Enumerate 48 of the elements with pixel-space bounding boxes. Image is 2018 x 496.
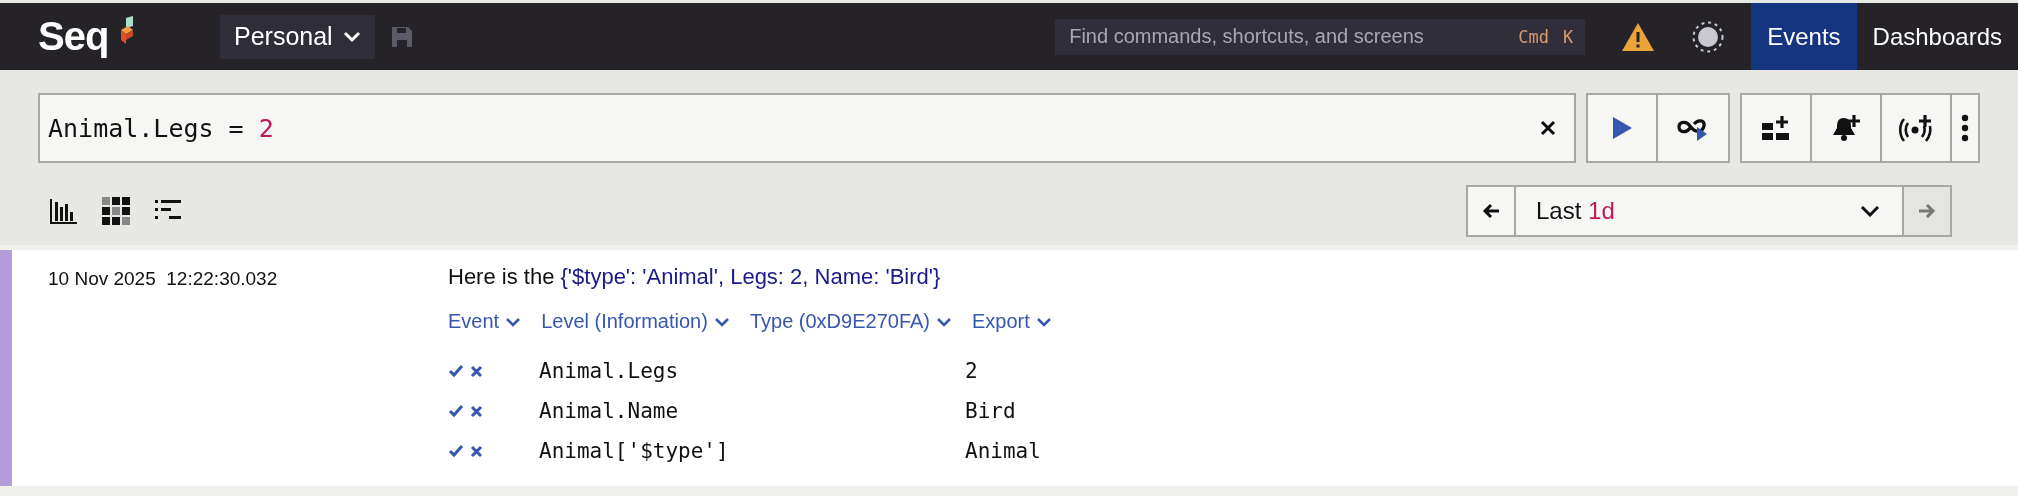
chevron-down-icon <box>713 316 730 327</box>
grid-plus-icon <box>1761 115 1791 141</box>
more-icon <box>1961 114 1969 142</box>
chevron-down-icon <box>936 316 952 327</box>
chevron-down-icon <box>1035 316 1052 327</box>
arrow-right-icon <box>1918 203 1936 219</box>
arrow-left-icon <box>1482 203 1500 219</box>
exclude-x-icon[interactable] <box>470 364 483 378</box>
heatmap-icon[interactable] <box>102 197 130 225</box>
command-search-field[interactable]: Find commands, shortcuts, and screens Cmd K <box>1055 18 1586 55</box>
play-icon <box>1611 116 1633 140</box>
event-timestamp: 10 Nov 2025 12:22:30.032 <box>48 267 279 291</box>
property-name: Animal['$type'] <box>539 439 730 463</box>
bar-chart-icon[interactable] <box>50 198 78 224</box>
event-menu[interactable]: Type (0xD9E270FA) <box>749 310 952 333</box>
time-range-dropdown[interactable]: Last 1d <box>1516 187 1902 235</box>
property-value: Bird <box>965 399 1016 423</box>
property-value: 2 <box>965 359 978 383</box>
logo-mark-icon <box>118 16 135 44</box>
nav-tab[interactable]: Events <box>1751 3 1857 70</box>
bell-plus-icon <box>1831 114 1861 142</box>
include-check-icon[interactable] <box>448 364 464 378</box>
include-check-icon[interactable] <box>448 444 464 458</box>
query-text: Animal.Legs = 2 <box>48 113 275 143</box>
clear-icon[interactable] <box>1540 120 1556 136</box>
exclude-x-icon[interactable] <box>470 444 483 458</box>
shortcut-key: K <box>1562 26 1574 47</box>
shortcut-key: Cmd <box>1518 26 1549 47</box>
exclude-x-icon[interactable] <box>470 404 483 418</box>
workspace-dropdown[interactable]: Personal <box>220 14 375 59</box>
property-name: Animal.Legs <box>539 359 680 383</box>
broadcast-plus-icon <box>1898 114 1934 142</box>
nav-tab[interactable]: Dashboards <box>1856 3 2018 70</box>
event-menu[interactable]: Export <box>972 310 1052 333</box>
event-menu[interactable]: Event <box>448 310 522 333</box>
theme-toggle-icon[interactable] <box>1691 19 1726 54</box>
previous-range-button[interactable] <box>1468 187 1516 235</box>
chevron-down-icon <box>342 30 361 43</box>
chevron-down-icon <box>1860 205 1880 217</box>
event-message: Here is the {'$type': 'Animal', Legs: 2, Name: 'Bird'} <box>448 264 942 290</box>
query-field[interactable]: Animal.Legs = 2 <box>38 93 1576 163</box>
event-menu[interactable]: Level (Information) <box>541 310 730 333</box>
chevron-down-icon <box>505 316 522 327</box>
property-name: Animal.Name <box>539 399 680 423</box>
property-value: Animal <box>965 439 1041 463</box>
app-logo: Seq <box>38 14 109 59</box>
include-check-icon[interactable] <box>448 404 464 418</box>
warning-icon[interactable] <box>1621 21 1656 52</box>
